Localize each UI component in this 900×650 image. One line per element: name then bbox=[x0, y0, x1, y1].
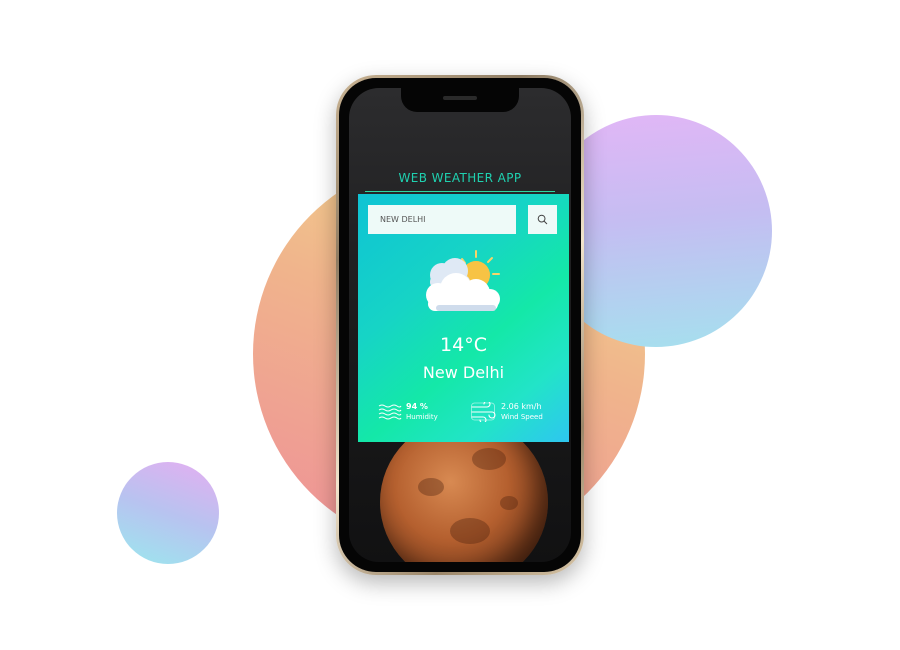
humidity-label: Humidity bbox=[406, 413, 438, 421]
sun-behind-clouds-icon bbox=[426, 250, 500, 311]
app-title: WEB WEATHER APP bbox=[398, 171, 522, 185]
search-button[interactable] bbox=[528, 205, 557, 234]
phone-mockup: WEB WEATHER APP NEW DELHI 14°C New Delhi… bbox=[336, 75, 584, 575]
background-small-circle bbox=[117, 462, 219, 564]
phone-notch bbox=[401, 88, 519, 112]
wind-speed-label: Wind Speed bbox=[501, 413, 543, 421]
water-waves-icon bbox=[378, 404, 402, 420]
title-divider bbox=[365, 191, 555, 192]
search-icon bbox=[537, 214, 548, 225]
humidity-value: 94 % bbox=[406, 402, 428, 411]
phone-bezel: WEB WEATHER APP NEW DELHI 14°C New Delhi… bbox=[339, 78, 581, 572]
city-name: New Delhi bbox=[422, 363, 505, 382]
wind-speed-value: 2.06 km/h bbox=[501, 402, 542, 411]
phone-speaker bbox=[443, 96, 477, 100]
temperature-display: 14°C bbox=[440, 334, 487, 356]
weather-card: 14°C New Delhi 94 % Humidity bbox=[358, 194, 569, 442]
city-search-input[interactable] bbox=[368, 205, 516, 234]
humidity-stat: 94 % Humidity bbox=[378, 402, 438, 422]
wind-speed-stat: 2.06 km/h Wind Speed bbox=[471, 402, 543, 422]
phone-screen: WEB WEATHER APP NEW DELHI 14°C New Delhi… bbox=[349, 88, 571, 562]
wind-icon bbox=[471, 402, 496, 422]
